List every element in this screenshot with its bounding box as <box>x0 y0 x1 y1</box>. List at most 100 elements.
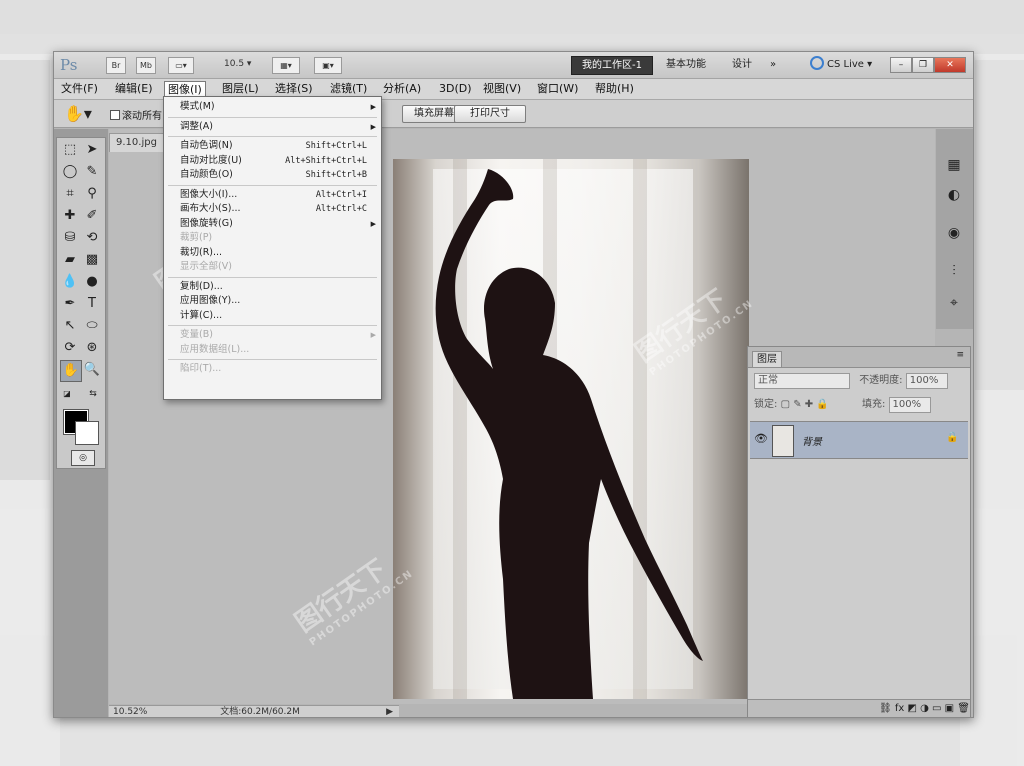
paths-icon[interactable]: ⌖ <box>942 291 966 315</box>
gradient-icon[interactable]: ▩ <box>82 250 102 270</box>
menu-separator <box>168 136 377 137</box>
brush-icon[interactable]: ✐ <box>82 206 102 226</box>
pen-icon[interactable]: ✒ <box>60 294 80 314</box>
image-menu-item[interactable]: 应用图像(Y)... <box>164 294 381 308</box>
histogram-icon[interactable]: ▦ <box>942 153 966 177</box>
menu-help[interactable]: 帮助(H) <box>592 81 637 97</box>
image-menu-item[interactable]: 调整(A) ▶ <box>164 120 381 134</box>
image-menu-item[interactable]: 计算(C)... <box>164 309 381 323</box>
blend-row: 正常 不透明度: 100% <box>754 373 948 389</box>
arrange-documents-button[interactable]: ▦▾ <box>272 57 300 74</box>
echo-bar <box>0 0 1024 34</box>
close-button[interactable]: ✕ <box>934 57 966 73</box>
shape-icon[interactable]: ⬭ <box>82 316 102 336</box>
layer-row-background[interactable]: 👁 背景 🔒 <box>750 421 968 459</box>
navigator-icon[interactable]: ◐ <box>942 183 966 207</box>
eyedropper-icon[interactable]: ⚲ <box>82 184 102 204</box>
menu-item-label: 自动对比度(U) <box>180 154 242 166</box>
lasso-icon[interactable]: ◯ <box>60 162 80 182</box>
menu-filter[interactable]: 滤镜(T) <box>327 81 370 97</box>
mini-bridge-button[interactable]: Mb <box>136 57 156 74</box>
quick-mask-icon[interactable]: ◎ <box>71 450 95 466</box>
adjust-icon[interactable]: ◉ <box>942 221 966 245</box>
menu-file[interactable]: 文件(F) <box>58 81 101 97</box>
application-bar: Ps Br Mb ▭▾ 10.5 ▾ ▦▾ ▣▾ 我的工作区-1 基本功能 设计… <box>54 52 973 79</box>
image-menu-item: 应用数据组(L)... <box>164 343 381 357</box>
image-menu-item[interactable]: 模式(M) ▶ <box>164 100 381 114</box>
status-zoom[interactable]: 10.52% <box>113 707 147 717</box>
background-color-swatch[interactable] <box>75 421 99 445</box>
image-menu-item[interactable]: 自动颜色(O) Shift+Ctrl+B <box>164 168 381 182</box>
zoom-icon[interactable]: 🔍 <box>82 360 102 380</box>
screen-mode-button[interactable]: ▣▾ <box>314 57 342 74</box>
image-menu-item[interactable]: 自动色调(N) Shift+Ctrl+L <box>164 139 381 153</box>
menu-item-shortcut: Shift+Ctrl+L <box>305 141 367 151</box>
menu-item-label: 应用图像(Y)... <box>180 295 241 306</box>
3d-orbit-icon[interactable]: ⊛ <box>82 338 102 358</box>
menu-item-label: 计算(C)... <box>180 309 223 321</box>
type-icon[interactable]: T <box>82 294 102 314</box>
menu-layer[interactable]: 图层(L) <box>219 81 262 97</box>
document-photo[interactable] <box>393 159 749 699</box>
fill-field[interactable]: 100% <box>888 397 931 413</box>
swap-colors-icon[interactable]: ⇆ <box>87 388 99 400</box>
eraser-icon[interactable]: ▰ <box>60 250 80 270</box>
restore-button[interactable]: ❐ <box>912 57 934 73</box>
image-menu-item[interactable]: 画布大小(S)... Alt+Ctrl+C <box>164 202 381 216</box>
history-brush-icon[interactable]: ⟲ <box>82 228 102 248</box>
silhouette-figure <box>435 169 703 699</box>
blur-icon[interactable]: 💧 <box>60 272 80 292</box>
eye-icon[interactable]: 👁 <box>754 432 768 445</box>
menu-window[interactable]: 窗口(W) <box>534 81 581 97</box>
view-extras-button[interactable]: ▭▾ <box>168 57 194 74</box>
cs-live-button[interactable]: CS Live ▾ <box>810 56 872 73</box>
path-select-icon[interactable]: ↖ <box>60 316 80 336</box>
zoom-combo[interactable]: 10.5 ▾ <box>224 57 264 72</box>
workspace-essentials[interactable]: 基本功能 <box>666 56 706 73</box>
echo-bottom <box>60 718 960 766</box>
menu-item-label: 画布大小(S)... <box>180 203 241 214</box>
status-arrow-icon[interactable]: ▶ <box>386 706 393 717</box>
marquee-icon[interactable]: ⬚ <box>60 140 80 160</box>
crop-icon[interactable]: ⌗ <box>60 184 80 204</box>
workspace-design[interactable]: 设计 <box>732 56 752 73</box>
dodge-icon[interactable]: ● <box>82 272 102 292</box>
minimize-button[interactable]: – <box>890 57 912 73</box>
image-menu-item[interactable]: 裁切(R)... <box>164 246 381 260</box>
menu-3d[interactable]: 3D(D) <box>436 81 475 97</box>
image-menu-item[interactable]: 复制(D)... <box>164 280 381 294</box>
menu-select[interactable]: 选择(S) <box>272 81 316 97</box>
opacity-label: 不透明度: <box>859 375 903 386</box>
scroll-all-checkbox[interactable] <box>110 110 120 120</box>
hand-icon[interactable]: ✋ <box>60 360 82 382</box>
image-menu-item[interactable]: 自动对比度(U) Alt+Shift+Ctrl+L <box>164 154 381 168</box>
menu-edit[interactable]: 编辑(E) <box>112 81 156 97</box>
blend-mode-select[interactable]: 正常 <box>754 373 850 389</box>
workspace-more[interactable]: » <box>770 56 776 73</box>
channels-icon[interactable]: ⫶ <box>942 259 966 283</box>
tools-container: ⬚ ➤ ◯ ✎ ⌗ ⚲ ✚ ✐ ⛁ ⟲ ▰ ▩ 💧 ● ✒ T ↖ ⬭ ⟳ ⊛ … <box>56 137 106 469</box>
spot-heal-icon[interactable]: ✚ <box>60 206 80 226</box>
3d-rotate-icon[interactable]: ⟳ <box>60 338 80 358</box>
layers-tab[interactable]: 图层 <box>752 351 782 367</box>
menu-analysis[interactable]: 分析(A) <box>380 81 424 97</box>
image-menu-item[interactable]: 图像旋转(G) ▶ <box>164 217 381 231</box>
bridge-button[interactable]: Br <box>106 57 126 74</box>
print-size-button[interactable]: 打印尺寸 <box>454 105 526 123</box>
image-menu-item[interactable]: 图像大小(I)... Alt+Ctrl+I <box>164 188 381 202</box>
opacity-field[interactable]: 100% <box>905 373 948 389</box>
menu-item-label: 自动色调(N) <box>180 140 233 151</box>
layer-footer-icons[interactable]: ⛓ fx ◩ ◑ ▭ ▣ 🗑 <box>879 703 970 714</box>
lock-icons[interactable]: ▢ ✎ ✚ 🔒 <box>781 399 829 410</box>
clone-stamp-icon[interactable]: ⛁ <box>60 228 80 248</box>
move-icon[interactable]: ➤ <box>82 140 102 160</box>
workspace-active-button[interactable]: 我的工作区-1 <box>571 56 653 75</box>
menu-view[interactable]: 视图(V) <box>480 81 524 97</box>
panel-menu-icon[interactable]: ≡ <box>956 350 964 360</box>
scroll-all-windows-option[interactable]: 滚动所有 <box>110 107 162 122</box>
hand-tool-preset-icon[interactable]: ✋▾ <box>64 104 92 123</box>
default-colors-icon[interactable]: ◪ <box>61 388 73 400</box>
watermark-text: 图行天下 <box>289 554 393 639</box>
echo-side <box>0 60 50 480</box>
quick-select-icon[interactable]: ✎ <box>82 162 102 182</box>
